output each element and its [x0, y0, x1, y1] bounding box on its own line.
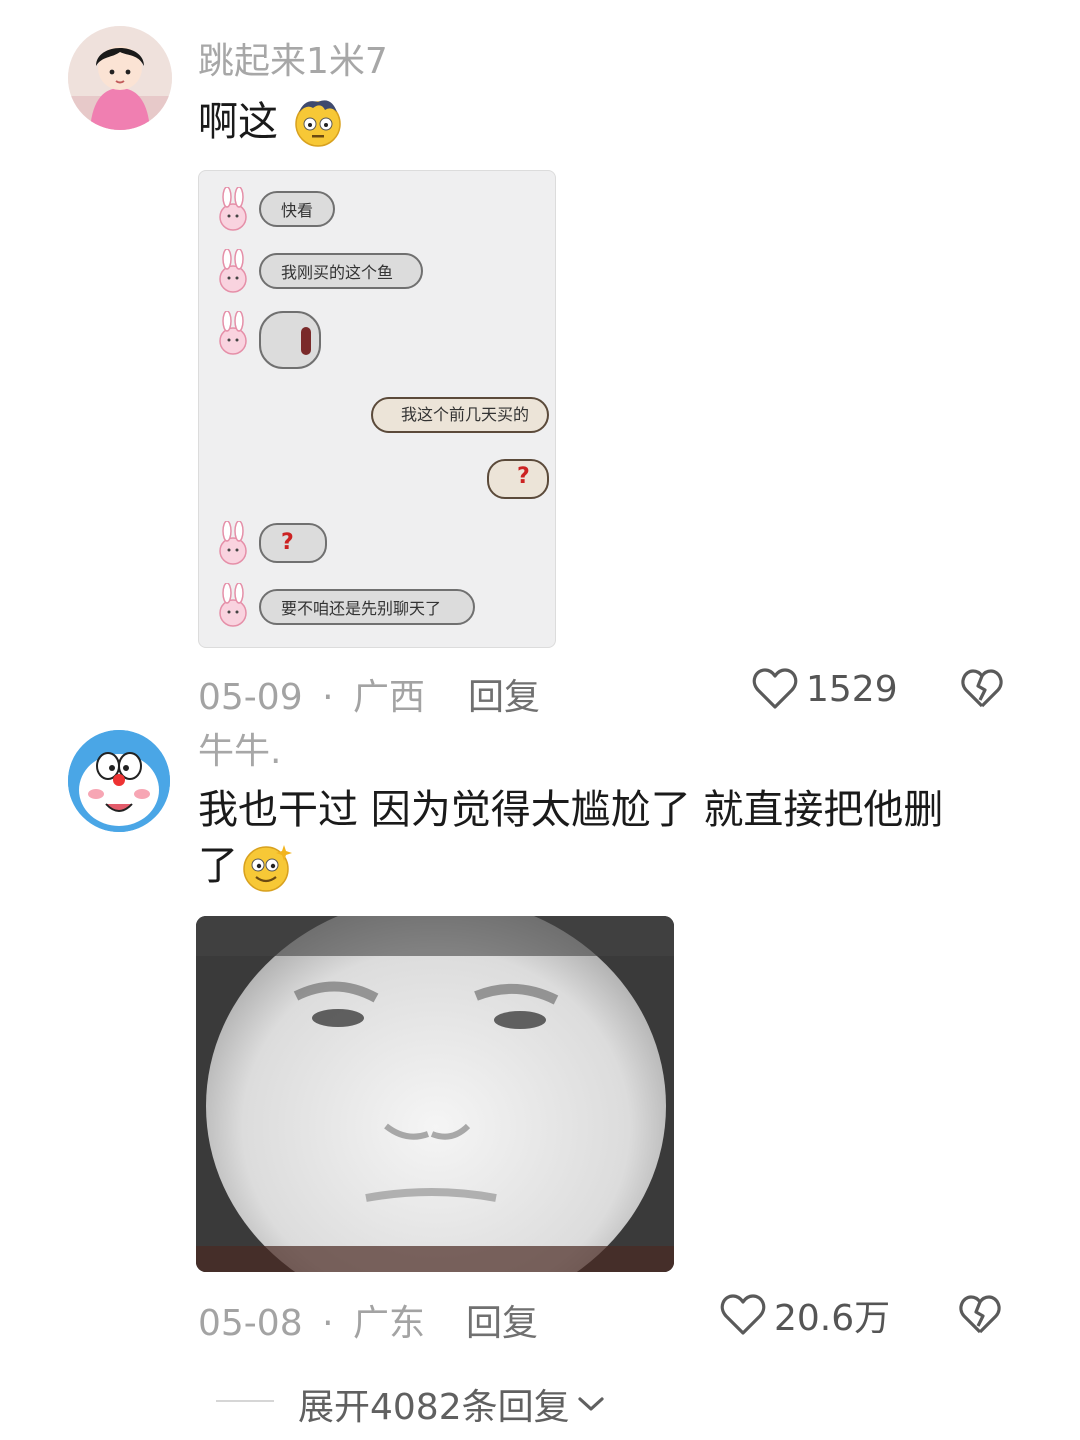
comment-text: 啊这	[198, 94, 345, 150]
heart-icon	[720, 1294, 766, 1335]
like-button[interactable]: 20.6万	[720, 1292, 891, 1339]
bunny-avatar-icon	[219, 187, 247, 231]
chat-message-left: 我刚买的这个鱼	[259, 253, 423, 289]
fish-sticker-icon	[259, 311, 321, 369]
comment-date: 05-08	[198, 1303, 303, 1344]
sparkle-eyes-emoji-icon	[240, 839, 294, 893]
expand-replies-label: 展开4082条回复	[298, 1387, 570, 1428]
dislike-button[interactable]	[960, 668, 1004, 714]
comment-text-content: 啊这	[198, 99, 278, 145]
broken-heart-icon	[961, 669, 1003, 708]
chat-message-text: ?	[281, 530, 294, 555]
bunny-avatar-icon	[219, 249, 247, 293]
comment-username[interactable]: 跳起来1米7	[198, 32, 388, 84]
broken-heart-icon	[959, 1295, 1001, 1334]
like-count: 20.6万	[774, 1298, 891, 1339]
comment-text-line: 我也干过 因为觉得太尴尬了 就直接把他删	[198, 787, 944, 833]
reply-button[interactable]: 回复	[466, 1294, 538, 1346]
meta-separator: ·	[322, 677, 334, 718]
meta-separator: ·	[322, 1303, 334, 1344]
comment-meta: 05-09 · 广西	[198, 668, 425, 720]
dizzy-face-emoji-icon	[291, 94, 345, 148]
avatar[interactable]	[68, 730, 170, 832]
meme-face-image[interactable]	[196, 916, 674, 1272]
expand-replies-button[interactable]: 展开4082条回复	[298, 1378, 606, 1430]
chat-message-left: 快看	[259, 191, 335, 227]
chat-message-left: 要不咱还是先别聊天了	[259, 589, 475, 625]
chat-message-right: 我这个前几天买的	[371, 397, 549, 433]
bunny-avatar-icon	[219, 521, 247, 565]
chevron-down-icon	[578, 1397, 604, 1411]
comment-text-line: 了	[198, 843, 238, 889]
chat-screenshot-image[interactable]: 快看 我刚买的这个鱼 我这个前几天买的 ? ? 要不咱还是先别聊天了	[198, 170, 556, 648]
chat-message-text: 要不咱还是先别聊天了	[281, 599, 442, 618]
chat-message-text: ?	[517, 464, 530, 489]
bunny-avatar-icon	[219, 311, 247, 355]
chat-message-text: 我刚买的这个鱼	[281, 263, 394, 282]
like-button[interactable]: 1529	[752, 666, 898, 712]
comment-location: 广西	[352, 677, 425, 718]
expand-divider	[216, 1400, 274, 1402]
chat-message-left: ?	[259, 523, 327, 563]
comment-location: 广东	[352, 1303, 425, 1344]
dislike-button[interactable]	[958, 1294, 1002, 1340]
chat-message-right: ?	[487, 459, 549, 499]
comment-username[interactable]: 牛牛.	[198, 722, 281, 774]
chat-message-text: 我这个前几天买的	[401, 405, 530, 424]
chat-message-text: 快看	[281, 201, 314, 220]
comment-text: 我也干过 因为觉得太尴尬了 就直接把他删 了	[198, 782, 1018, 894]
avatar[interactable]	[68, 26, 172, 130]
like-count: 1529	[806, 668, 898, 710]
comment-date: 05-09	[198, 677, 303, 718]
heart-icon	[752, 668, 798, 709]
reply-button[interactable]: 回复	[468, 668, 540, 720]
bunny-avatar-icon	[219, 583, 247, 627]
comment-meta: 05-08 · 广东	[198, 1294, 425, 1346]
